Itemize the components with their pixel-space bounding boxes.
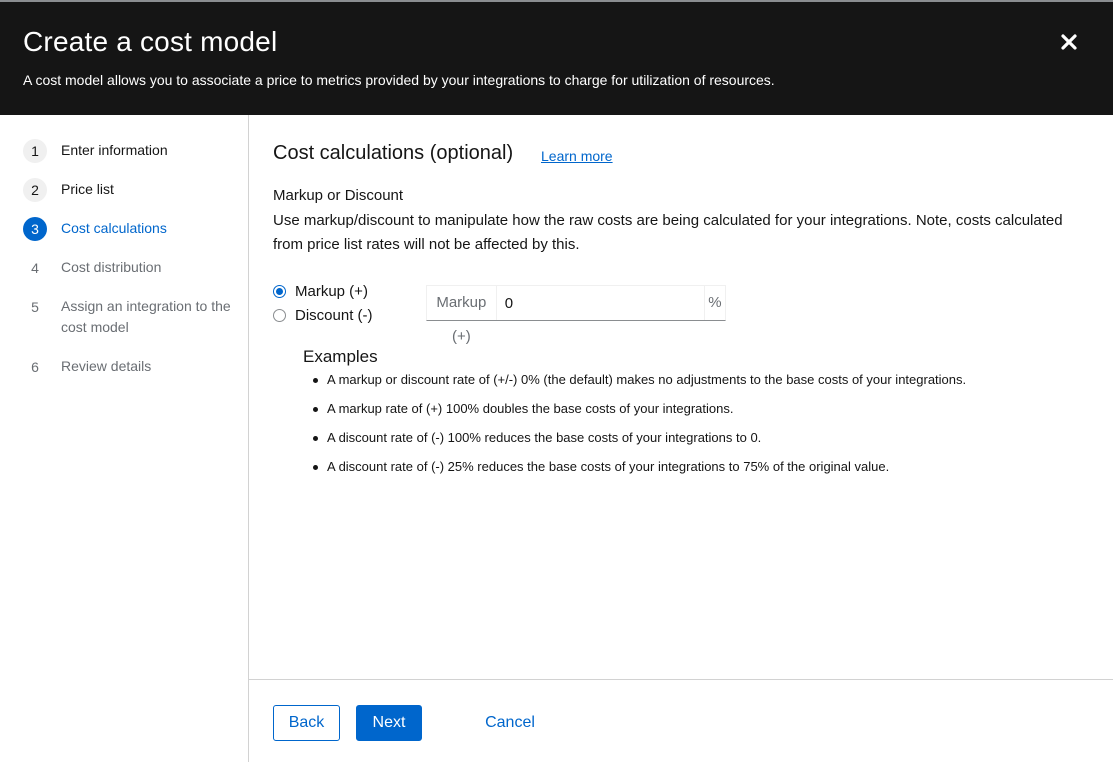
step-label: Review details <box>61 358 152 374</box>
step-label: Price list <box>61 181 114 197</box>
modal-description: A cost model allows you to associate a p… <box>23 72 775 88</box>
modal-title: Create a cost model <box>23 26 278 57</box>
cancel-button[interactable]: Cancel <box>472 705 548 741</box>
markup-radio-label: Markup (+) <box>295 283 368 300</box>
wizard-footer: Back Next Cancel <box>249 679 1113 762</box>
step-number: 5 <box>31 299 39 315</box>
markup-description: Use markup/discount to manipulate how th… <box>273 212 1063 253</box>
radio-dot-icon <box>273 285 286 298</box>
step-number: 6 <box>31 359 39 375</box>
list-item: A markup rate of (+) 100% doubles the ba… <box>303 400 966 418</box>
markup-discount-heading: Markup or Discount <box>273 187 404 204</box>
markup-radio[interactable]: Markup (+) <box>273 283 368 300</box>
step-label: Cost calculations <box>61 220 167 236</box>
close-button[interactable] <box>1055 28 1083 56</box>
percent-suffix: % <box>703 286 725 320</box>
learn-more-link[interactable]: Learn more <box>541 148 613 164</box>
section-title: Cost calculations (optional) <box>273 142 514 164</box>
wizard-nav: 1 Enter information 2 Price list 3 Cost … <box>0 115 249 762</box>
next-button[interactable]: Next <box>356 705 422 741</box>
step-number: 4 <box>31 260 39 276</box>
step-label: Cost distribution <box>61 259 162 275</box>
discount-radio-label: Discount (-) <box>295 307 373 324</box>
discount-radio[interactable]: Discount (-) <box>273 307 373 324</box>
examples-list: A markup or discount rate of (+/-) 0% (t… <box>303 371 966 487</box>
modal-header: Create a cost model A cost model allows … <box>0 2 1113 115</box>
markup-rate-input[interactable] <box>496 286 704 320</box>
markup-input-group: Markup (+) % <box>426 285 726 345</box>
close-icon <box>1061 34 1077 50</box>
step-number: 1 <box>23 139 47 163</box>
examples-heading: Examples <box>303 347 378 366</box>
markup-input-prefix: Markup (+) <box>427 286 497 345</box>
list-item: A discount rate of (-) 25% reduces the b… <box>303 458 966 476</box>
step-label: Assign an integration to the cost model <box>61 298 231 335</box>
step-number: 2 <box>23 178 47 202</box>
radio-dot-icon <box>273 309 286 322</box>
list-item: A markup or discount rate of (+/-) 0% (t… <box>303 371 966 389</box>
step-label: Enter information <box>61 142 168 158</box>
step-number: 3 <box>23 217 47 241</box>
list-item: A discount rate of (-) 100% reduces the … <box>303 429 966 447</box>
back-button[interactable]: Back <box>273 705 340 741</box>
wizard-body: Cost calculations (optional) Learn more … <box>249 115 1113 680</box>
